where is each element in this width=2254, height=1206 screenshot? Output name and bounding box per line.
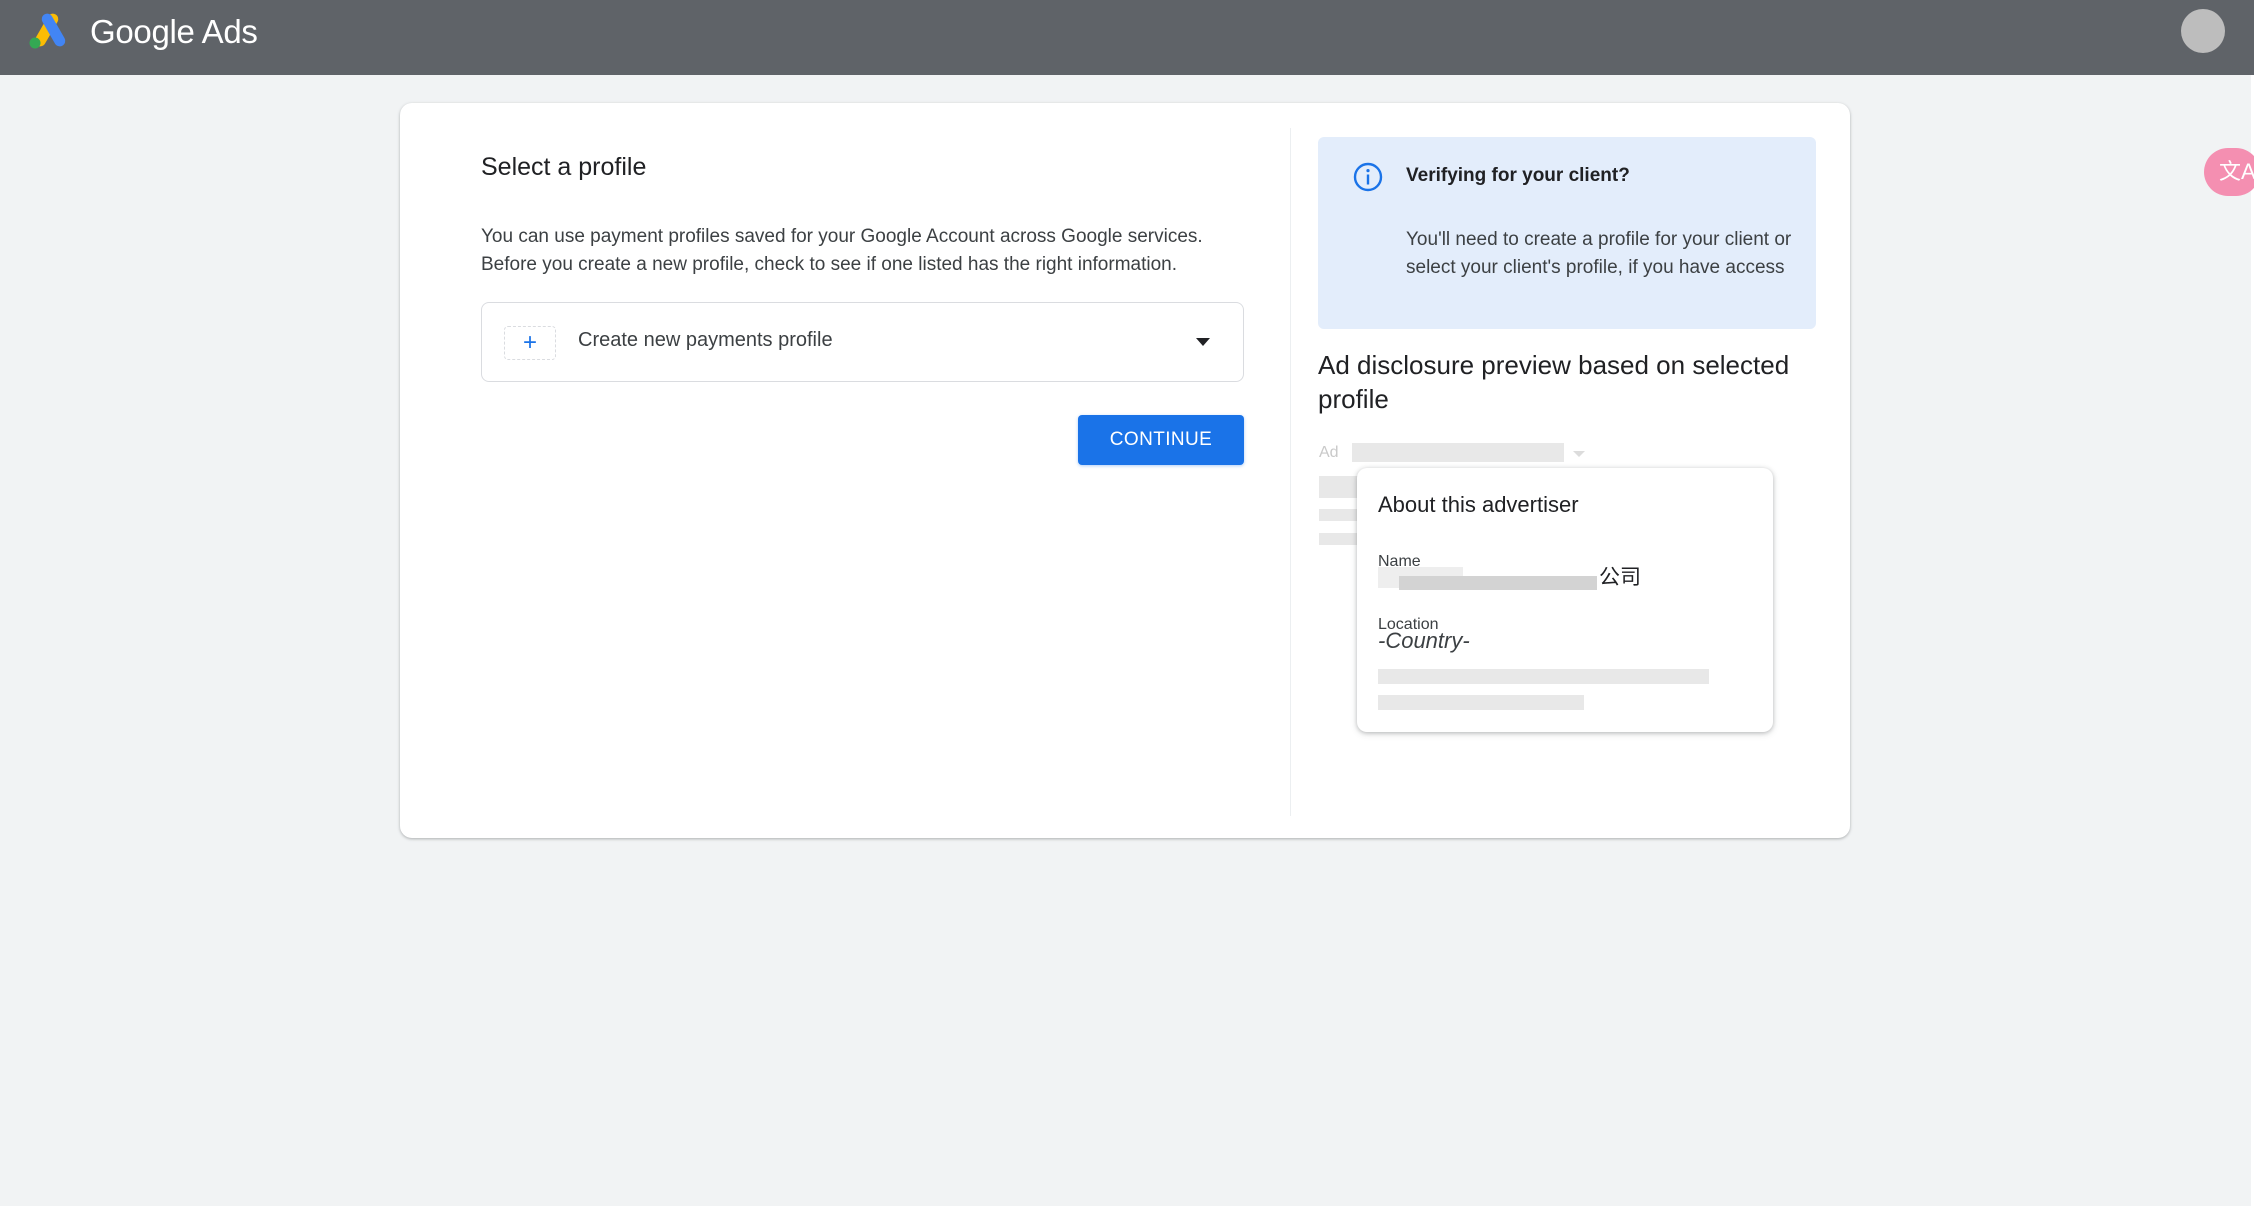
location-value: -Country- — [1378, 628, 1470, 653]
skeleton-bar — [1319, 509, 1359, 521]
advertiser-info-popup: About this advertiser Name 公司 Location -… — [1357, 468, 1773, 732]
translate-icon[interactable]: 文A — [2204, 148, 2254, 196]
description-line: Before you create a new profile, check t… — [481, 254, 1177, 275]
column-divider — [1290, 128, 1291, 816]
page-title: Select a profile — [481, 153, 647, 181]
skeleton-bar — [1319, 533, 1359, 545]
profile-dropdown-value: Create new payments profile — [578, 329, 833, 351]
info-body: You'll need to create a profile for your… — [1406, 229, 1792, 278]
brand-name: Google Ads — [90, 13, 258, 50]
advertiser-name-suffix: 公司 — [1599, 566, 1641, 589]
info-banner: Verifying for your client? You'll need t… — [1318, 137, 1816, 329]
chevron-down-icon — [1196, 338, 1210, 346]
plus-icon: + — [504, 326, 556, 360]
skeleton-bar — [1378, 669, 1709, 684]
skeleton-caret-icon — [1573, 451, 1585, 457]
preview-heading: Ad disclosure preview based on selected … — [1318, 350, 1790, 414]
skeleton-bar — [1352, 443, 1564, 462]
description-line: You can use payment profiles saved for y… — [481, 226, 1203, 247]
skeleton-bar — [1319, 476, 1359, 498]
ad-tag: Ad — [1319, 444, 1339, 461]
top-app-bar: Google Ads — [0, 0, 2254, 75]
skeleton-bar — [1378, 695, 1584, 710]
info-title: Verifying for your client? — [1406, 165, 1630, 186]
redacted-name-bar — [1399, 576, 1597, 590]
continue-button[interactable]: CONTINUE — [1078, 415, 1244, 465]
profile-card: Select a profile You can use payment pro… — [400, 103, 1850, 838]
popup-title: About this advertiser — [1378, 492, 1579, 517]
google-ads-logo[interactable] — [28, 10, 72, 50]
account-avatar[interactable] — [2181, 9, 2225, 53]
profile-description: You can use payment profiles saved for y… — [481, 223, 1271, 279]
info-icon — [1353, 162, 1383, 192]
profile-dropdown[interactable]: + Create new payments profile — [481, 302, 1244, 382]
